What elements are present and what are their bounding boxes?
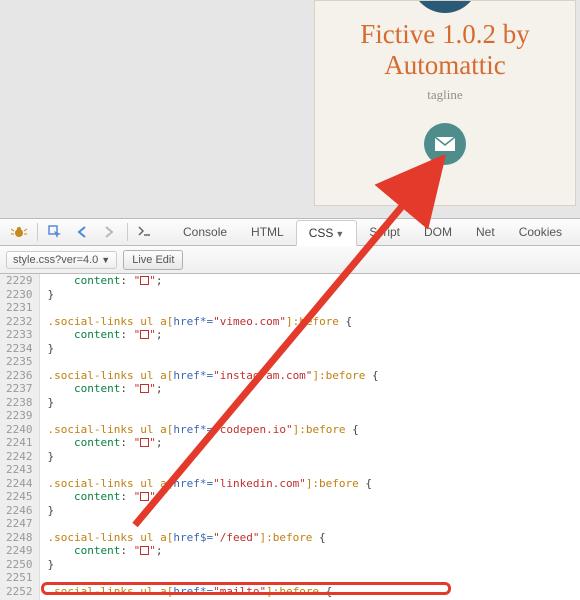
devtools-sub-toolbar: style.css?ver=4.0▼ Live Edit: [0, 246, 580, 274]
tab-console[interactable]: Console: [171, 220, 239, 244]
site-tagline: tagline: [315, 87, 575, 103]
tab-net[interactable]: Net: [464, 220, 507, 244]
tab-css[interactable]: CSS▼: [296, 220, 358, 246]
nav-forward-icon[interactable]: [96, 221, 122, 243]
mail-icon: [435, 137, 455, 151]
live-edit-button[interactable]: Live Edit: [123, 250, 183, 270]
code-lines[interactable]: content: "";} .social-links ul a[href*="…: [40, 274, 379, 600]
file-select[interactable]: style.css?ver=4.0▼: [6, 251, 117, 269]
chevron-down-icon: ▼: [101, 255, 110, 265]
console-icon[interactable]: [132, 221, 158, 243]
nav-back-icon[interactable]: [69, 221, 95, 243]
tab-html[interactable]: HTML: [239, 220, 296, 244]
inspect-icon[interactable]: [42, 221, 68, 243]
avatar: [411, 1, 479, 13]
bug-icon[interactable]: [6, 221, 32, 243]
tab-cookies[interactable]: Cookies: [507, 220, 574, 244]
code-viewer: 2229223022312232223322342235223622372238…: [0, 274, 580, 600]
devtools-toolbar: Console HTML CSS▼ Script DOM Net Cookies: [0, 218, 580, 246]
tab-dom[interactable]: DOM: [412, 220, 464, 244]
theme-preview-card: Fictive 1.0.2 by Automattic tagline: [314, 0, 576, 206]
line-gutter: 2229223022312232223322342235223622372238…: [0, 274, 40, 600]
devtools-panel: Console HTML CSS▼ Script DOM Net Cookies…: [0, 218, 580, 600]
site-title[interactable]: Fictive 1.0.2 by Automattic: [315, 19, 575, 81]
social-mail-button[interactable]: [424, 123, 466, 165]
chevron-down-icon: ▼: [335, 229, 344, 239]
tab-script[interactable]: Script: [357, 220, 412, 244]
